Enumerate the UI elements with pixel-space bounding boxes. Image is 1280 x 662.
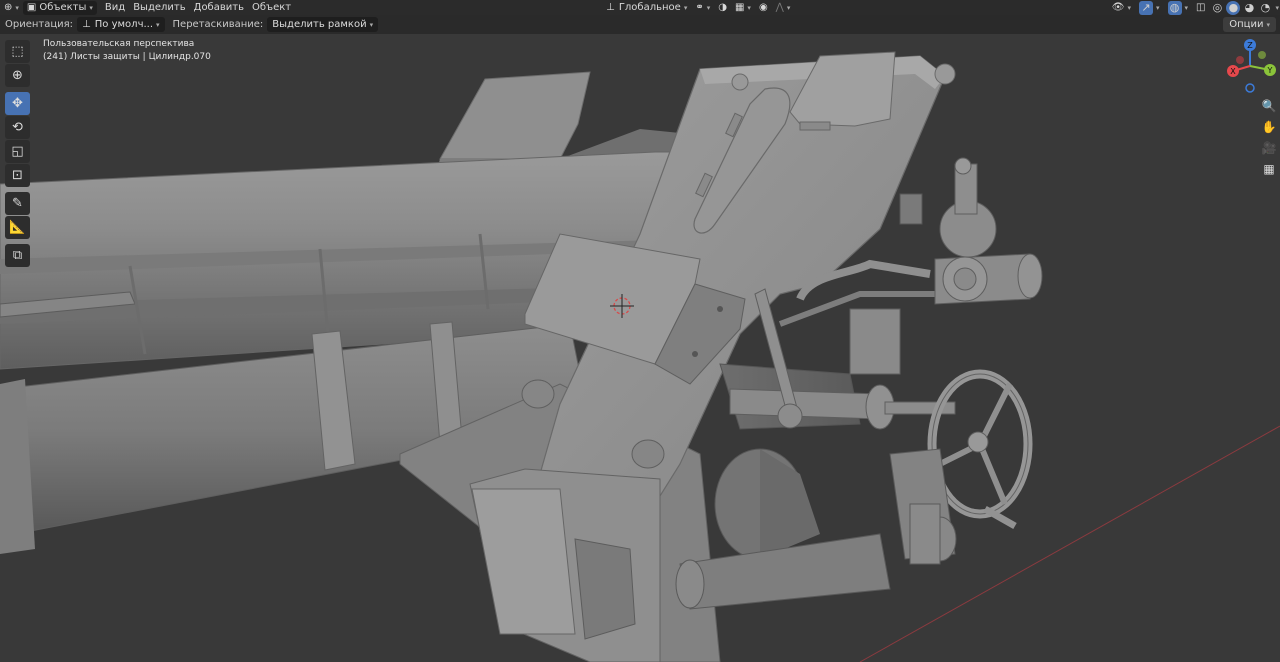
3d-viewport[interactable]: Пользовательская перспектива (241) Листы… [0,34,1280,662]
xray-toggle[interactable]: ◫ [1192,1,1209,15]
menu-view[interactable]: Вид [101,1,129,15]
select-box-tool[interactable]: ⬚ [5,40,30,63]
options-button[interactable]: Опции ▾ [1223,17,1276,32]
neg-x-handle [1236,56,1244,64]
visibility-dropdown[interactable]: 👁 ▾ [1108,1,1135,15]
scale-icon: ◱ [11,144,24,159]
perspective-toggle-button[interactable]: ▦ [1259,159,1279,179]
view-name: Пользовательская перспектива [43,39,195,49]
pan-button[interactable]: ✋ [1259,117,1279,137]
select-cursor-icon: ⬚ [11,44,24,59]
menu-object[interactable]: Объект [248,1,295,15]
shading-material[interactable]: ◕ [1241,1,1257,15]
default-orientation-icon: ⊥ [82,19,91,30]
mode-dropdown[interactable]: ▣ Объекты ▾ [22,0,97,15]
eye-icon: 👁 [1111,2,1125,13]
snap-grid-icon: ▦ [734,2,745,13]
tool-shelf: ⬚ ⊕ ✥ ⟲ ◱ ⊡ ✎ 📐 ⧉ [5,40,30,268]
object-mode-icon: ▣ [26,2,37,13]
link-icon: ⚭ [695,2,704,13]
drag-dropdown[interactable]: Выделить рамкой ▾ [267,17,379,32]
gizmo-toggle[interactable]: ↗ ▾ [1135,0,1164,15]
transform-orientation-label: Глобальное [618,2,681,13]
orientation-axes-icon: ⊥ [606,2,615,13]
y-axis-label: Y [1267,66,1273,75]
zoom-button[interactable]: 🔍 [1259,96,1279,116]
camera-view-button[interactable]: 🎥 [1259,138,1279,158]
ruler-icon: 📐 [9,220,26,235]
options-label: Опции [1229,19,1264,30]
scale-tool[interactable]: ◱ [5,140,30,163]
falloff-icon: ⋀ [775,2,784,13]
orientation-label: Ориентация: [5,19,74,30]
overlays-toggle[interactable]: ◍ ▾ [1164,0,1193,15]
proportional-editing-icon: ◉ [758,2,768,13]
drag-label: Перетаскивание: [172,19,264,30]
rotate-icon: ⟲ [12,120,23,135]
magnifier-icon: 🔍 [1261,99,1277,113]
3d-viewport-icon: ⊕ [4,2,13,13]
pencil-icon: ✎ [12,196,23,211]
navigation-gizmo[interactable]: Z Y X [1222,38,1278,94]
x-axis-label: X [1230,67,1236,76]
hand-icon: ✋ [1261,120,1277,134]
rendered-shading-icon: ◔ [1260,1,1271,14]
falloff-dropdown[interactable]: ⋀ ▾ [772,1,795,15]
shading-wireframe[interactable]: ◎ [1209,1,1225,15]
orientation-dropdown[interactable]: ⊥ По умолч... ▾ [77,17,165,32]
scene-render [0,51,1280,662]
pivot-point-dropdown[interactable]: ⚭ ▾ [691,1,714,15]
xray-icon: ◫ [1196,2,1206,13]
snap-dropdown[interactable]: ▦ ▾ [731,1,755,15]
navigation-buttons: 🔍 ✋ 🎥 ▦ [1259,96,1279,180]
menu-add[interactable]: Добавить [190,1,248,15]
proportional-editing-toggle[interactable]: ◉ [755,1,772,15]
crosshair-icon: ⊕ [12,68,23,83]
add-cube-tool[interactable]: ⧉ [5,244,30,267]
mode-label: Объекты [39,2,87,13]
material-shading-icon: ◕ [1244,1,1255,14]
add-cube-icon: ⧉ [12,248,23,263]
cursor-tool[interactable]: ⊕ [5,64,30,87]
gizmo-icon: ↗ [1139,0,1153,15]
shading-rendered[interactable]: ◔ ▾ [1257,1,1280,15]
move-icon: ✥ [12,96,23,111]
annotate-tool[interactable]: ✎ [5,192,30,215]
grid-icon: ▦ [1263,162,1275,176]
viewport-header: ⊕ ▾ ▣ Объекты ▾ Вид Выделить Добавить Объе… [0,0,1280,15]
snap-toggle[interactable]: ◑ [714,1,731,15]
camera-icon: 🎥 [1261,141,1277,155]
menu-select[interactable]: Выделить [129,1,189,15]
drag-value: Выделить рамкой [272,19,367,30]
overlays-icon: ◍ [1167,0,1182,15]
rotate-tool[interactable]: ⟲ [5,116,30,139]
neg-z-handle [1245,83,1255,93]
tool-settings-bar: Ориентация: ⊥ По умолч... ▾ Перетаскивани… [0,15,1280,34]
move-tool[interactable]: ✥ [5,92,30,115]
transform-tool[interactable]: ⊡ [5,164,30,187]
z-axis-label: Z [1247,41,1253,50]
transform-orientation-dropdown[interactable]: ⊥ Глобальное ▾ [602,1,691,15]
solid-shading-icon: ● [1226,0,1241,15]
object-info: (241) Листы защиты | Цилиндр.070 [43,52,211,62]
orientation-value: По умолч... [94,19,154,30]
wireframe-shading-icon: ◎ [1212,1,1223,14]
neg-y-handle [1258,51,1266,59]
measure-tool[interactable]: 📐 [5,216,30,239]
transform-icon: ⊡ [12,168,23,183]
editor-type-button[interactable]: ⊕ ▾ [0,1,23,15]
shading-solid[interactable]: ● [1225,0,1241,15]
magnet-icon: ◑ [718,2,727,13]
